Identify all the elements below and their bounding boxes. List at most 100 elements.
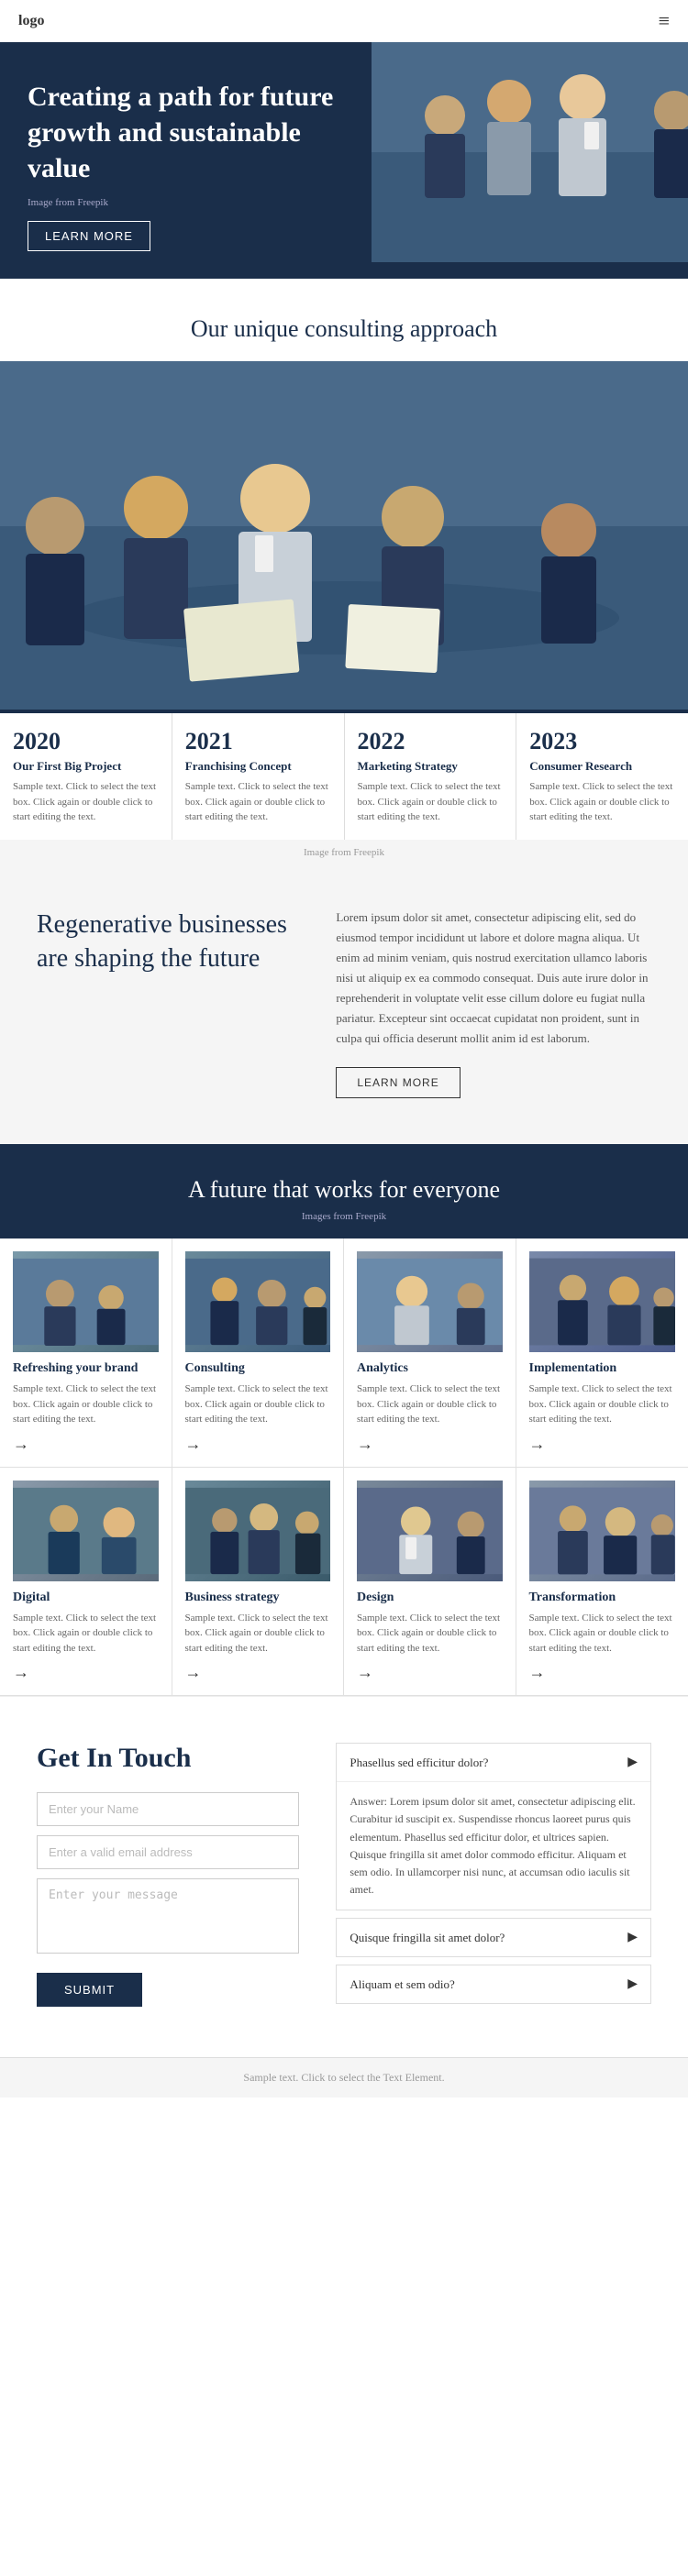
service-text-implementation: Sample text. Click to select the text bo… bbox=[529, 1382, 676, 1427]
faq-arrow-3: ▶ bbox=[627, 1976, 638, 1992]
contact-message-input[interactable] bbox=[37, 1878, 299, 1954]
regen-body: Lorem ipsum dolor sit amet, consectetur … bbox=[336, 908, 651, 1050]
hero-title: Creating a path for future growth and su… bbox=[28, 79, 344, 186]
faq-question-1[interactable]: Phasellus sed efficitur dolor? ▶ bbox=[337, 1744, 650, 1781]
contact-submit-button[interactable]: SUBMIT bbox=[37, 1973, 142, 2007]
milestone-2022: 2022 Marketing Strategy Sample text. Cli… bbox=[345, 713, 517, 840]
service-image-transformation bbox=[529, 1481, 676, 1581]
hero-photo-svg bbox=[372, 42, 688, 262]
service-text-digital: Sample text. Click to select the text bo… bbox=[13, 1611, 159, 1657]
service-image-digital bbox=[13, 1481, 159, 1581]
faq-arrow-2: ▶ bbox=[627, 1930, 638, 1945]
milestone-year-2023: 2023 bbox=[529, 728, 675, 755]
hero-content: Creating a path for future growth and su… bbox=[0, 42, 372, 279]
service-image-brand bbox=[13, 1251, 159, 1352]
consulting-title: Our unique consulting approach bbox=[0, 279, 688, 361]
service-text-consulting: Sample text. Click to select the text bo… bbox=[185, 1382, 331, 1427]
faq-question-text-2: Quisque fringilla sit amet dolor? bbox=[350, 1931, 505, 1945]
hero-section: Creating a path for future growth and su… bbox=[0, 42, 688, 279]
service-card-consulting: Consulting Sample text. Click to select … bbox=[172, 1238, 345, 1468]
milestone-year-2021: 2021 bbox=[185, 728, 331, 755]
hero-image-credit: Image from Freepik bbox=[28, 197, 344, 208]
team-photo-credit: Image from Freepik bbox=[0, 840, 688, 862]
service-text-strategy: Sample text. Click to select the text bo… bbox=[185, 1611, 331, 1657]
milestone-title-2021: Franchising Concept bbox=[185, 759, 331, 774]
milestone-year-2022: 2022 bbox=[358, 728, 504, 755]
contact-title: Get In Touch bbox=[37, 1743, 299, 1774]
faq-container: Phasellus sed efficitur dolor? ▶ Answer:… bbox=[336, 1743, 651, 2011]
faq-question-3[interactable]: Aliquam et sem odio? ▶ bbox=[337, 1965, 650, 2003]
faq-item-1: Phasellus sed efficitur dolor? ▶ Answer:… bbox=[336, 1743, 651, 1910]
milestone-2021: 2021 Franchising Concept Sample text. Cl… bbox=[172, 713, 345, 840]
service-name-transformation: Transformation bbox=[529, 1591, 676, 1605]
service-card-transformation: Transformation Sample text. Click to sel… bbox=[516, 1468, 688, 1697]
milestone-text-2023: Sample text. Click to select the text bo… bbox=[529, 779, 675, 825]
service-name-strategy: Business strategy bbox=[185, 1591, 331, 1605]
milestone-title-2023: Consumer Research bbox=[529, 759, 675, 774]
service-text-analytics: Sample text. Click to select the text bo… bbox=[357, 1382, 503, 1427]
contact-name-input[interactable] bbox=[37, 1792, 299, 1826]
service-name-consulting: Consulting bbox=[185, 1361, 331, 1376]
faq-question-text-3: Aliquam et sem odio? bbox=[350, 1977, 454, 1992]
service-arrow-implementation[interactable]: → bbox=[529, 1435, 676, 1454]
service-name-digital: Digital bbox=[13, 1591, 159, 1605]
milestone-title-2022: Marketing Strategy bbox=[358, 759, 504, 774]
service-arrow-digital[interactable]: → bbox=[13, 1663, 159, 1682]
service-card-strategy: Business strategy Sample text. Click to … bbox=[172, 1468, 345, 1697]
milestone-title-2020: Our First Big Project bbox=[13, 759, 159, 774]
faq-answer-1: Answer: Lorem ipsum dolor sit amet, cons… bbox=[337, 1781, 650, 1910]
service-name-implementation: Implementation bbox=[529, 1361, 676, 1376]
service-card-implementation: Implementation Sample text. Click to sel… bbox=[516, 1238, 688, 1468]
regen-heading-container: Regenerative businesses are shaping the … bbox=[37, 908, 299, 1099]
service-card-digital: Digital Sample text. Click to select the… bbox=[0, 1468, 172, 1697]
milestone-2020: 2020 Our First Big Project Sample text. … bbox=[0, 713, 172, 840]
milestones-section: 2020 Our First Big Project Sample text. … bbox=[0, 710, 688, 840]
future-image-credit: Images from Freepik bbox=[0, 1211, 688, 1238]
future-title: A future that works for everyone bbox=[0, 1144, 688, 1211]
future-section: A future that works for everyone Images … bbox=[0, 1144, 688, 1696]
faq-arrow-1: ▶ bbox=[627, 1755, 638, 1770]
service-card-brand: Refreshing your brand Sample text. Click… bbox=[0, 1238, 172, 1468]
service-card-design: Design Sample text. Click to select the … bbox=[344, 1468, 516, 1697]
service-image-consulting bbox=[185, 1251, 331, 1352]
faq-question-2[interactable]: Quisque fringilla sit amet dolor? ▶ bbox=[337, 1919, 650, 1956]
logo: logo bbox=[18, 13, 44, 29]
footer: Sample text. Click to select the Text El… bbox=[0, 2057, 688, 2097]
contact-section: Get In Touch SUBMIT Phasellus sed effici… bbox=[0, 1696, 688, 2057]
milestone-text-2021: Sample text. Click to select the text bo… bbox=[185, 779, 331, 825]
service-arrow-design[interactable]: → bbox=[357, 1663, 503, 1682]
hamburger-menu-icon[interactable]: ≡ bbox=[659, 9, 670, 33]
contact-email-input[interactable] bbox=[37, 1835, 299, 1869]
service-arrow-analytics[interactable]: → bbox=[357, 1435, 503, 1454]
team-photo-svg bbox=[0, 361, 688, 710]
service-arrow-transformation[interactable]: → bbox=[529, 1663, 676, 1682]
service-card-analytics: Analytics Sample text. Click to select t… bbox=[344, 1238, 516, 1468]
service-grid: Refreshing your brand Sample text. Click… bbox=[0, 1238, 688, 1696]
faq-question-text-1: Phasellus sed efficitur dolor? bbox=[350, 1756, 488, 1770]
milestone-2023: 2023 Consumer Research Sample text. Clic… bbox=[516, 713, 688, 840]
team-photo bbox=[0, 361, 688, 710]
service-arrow-consulting[interactable]: → bbox=[185, 1435, 331, 1454]
footer-text: Sample text. Click to select the Text El… bbox=[243, 2071, 444, 2084]
service-image-design bbox=[357, 1481, 503, 1581]
regen-heading: Regenerative businesses are shaping the … bbox=[37, 908, 299, 977]
service-arrow-brand[interactable]: → bbox=[13, 1435, 159, 1454]
service-text-design: Sample text. Click to select the text bo… bbox=[357, 1611, 503, 1657]
contact-form-container: Get In Touch SUBMIT bbox=[37, 1743, 299, 2011]
service-name-analytics: Analytics bbox=[357, 1361, 503, 1376]
regen-learn-more-button[interactable]: LEARN MORE bbox=[336, 1067, 460, 1098]
regen-content: Lorem ipsum dolor sit amet, consectetur … bbox=[336, 908, 651, 1099]
service-text-brand: Sample text. Click to select the text bo… bbox=[13, 1382, 159, 1427]
service-image-analytics bbox=[357, 1251, 503, 1352]
hero-learn-more-button[interactable]: LEARN MORE bbox=[28, 221, 150, 251]
service-image-implementation bbox=[529, 1251, 676, 1352]
hero-image bbox=[372, 42, 688, 279]
service-text-transformation: Sample text. Click to select the text bo… bbox=[529, 1611, 676, 1657]
service-name-brand: Refreshing your brand bbox=[13, 1361, 159, 1376]
consulting-section: Our unique consulting approach bbox=[0, 279, 688, 361]
milestone-text-2020: Sample text. Click to select the text bo… bbox=[13, 779, 159, 825]
regenerative-section: Regenerative businesses are shaping the … bbox=[0, 862, 688, 1145]
faq-item-3: Aliquam et sem odio? ▶ bbox=[336, 1965, 651, 2004]
faq-item-2: Quisque fringilla sit amet dolor? ▶ bbox=[336, 1918, 651, 1957]
service-arrow-strategy[interactable]: → bbox=[185, 1663, 331, 1682]
